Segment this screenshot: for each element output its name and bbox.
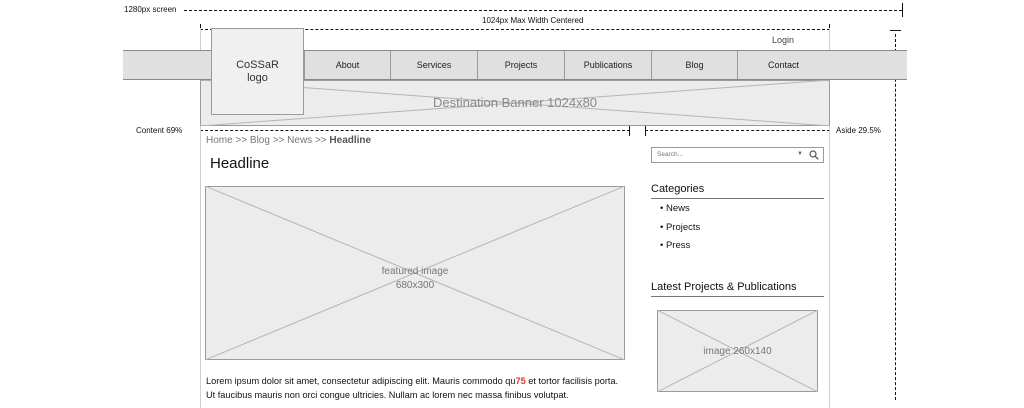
site-logo[interactable]: CoSSaR logo [211,28,304,115]
login-link[interactable]: Login [772,35,794,45]
screen-height-guide-top [890,30,901,31]
content-width-label: Content 69% [136,126,183,135]
article-body-highlight: 75 [515,376,526,386]
category-projects[interactable]: • Projects [660,222,700,233]
categories-title: Categories [651,183,705,195]
max-width-label: 1024px Max Width Centered [482,16,584,25]
breadcrumb-current: Headline [329,135,372,146]
article-body: Lorem ipsum dolor sit amet, consectetur … [206,375,626,402]
nav-item-about[interactable]: About [304,51,391,79]
nav-item-blog[interactable]: Blog [652,51,738,79]
screen-width-guide-end [902,3,903,17]
nav-item-services[interactable]: Services [391,51,478,79]
category-press[interactable]: • Press [660,240,690,251]
latest-title: Latest Projects & Publications [651,281,797,293]
categories-divider [651,198,824,199]
screen-height-guide [895,34,896,400]
nav-item-contact[interactable]: Contact [738,51,829,79]
page-title: Headline [210,155,270,172]
featured-image-label: featured image 680x300 [381,266,449,291]
latest-divider [651,296,824,297]
breadcrumb: Home >> Blog >> News >> Headline [206,135,371,146]
nav-item-projects[interactable]: Projects [478,51,565,79]
search-icon[interactable] [809,150,819,160]
search-box[interactable]: ▼ [651,147,824,163]
article-body-start: Lorem ipsum dolor sit amet, consectetur … [206,376,516,386]
latest-image[interactable]: image 260x140 [657,310,818,392]
search-input[interactable] [657,151,787,158]
aside-width-label: Aside 29.5% [836,126,881,135]
screen-width-guide [184,10,902,11]
breadcrumb-trail[interactable]: Home >> Blog >> News >> [206,135,329,146]
featured-image: featured image 680x300 [205,186,625,360]
category-news[interactable]: • News [660,203,690,214]
latest-image-label: image 260x140 [703,346,772,357]
nav-item-publications[interactable]: Publications [565,51,652,79]
screen-width-label: 1280px screen [124,5,177,14]
chevron-down-icon[interactable]: ▼ [797,151,803,157]
